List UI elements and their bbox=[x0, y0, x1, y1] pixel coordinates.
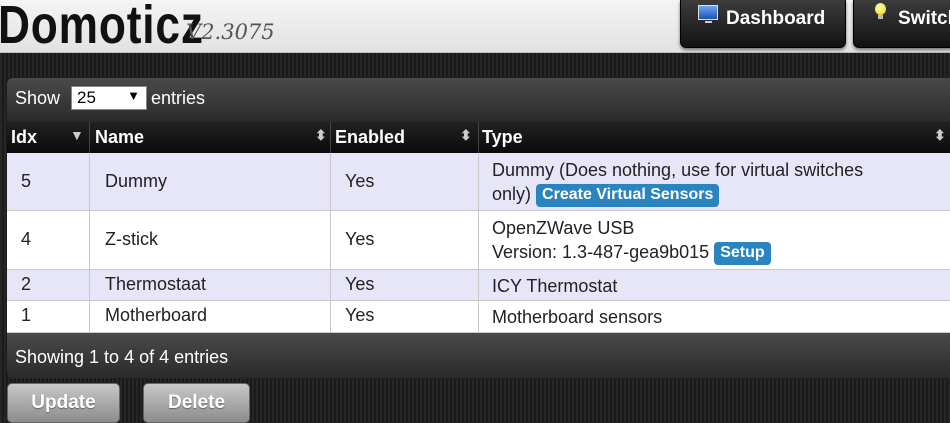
cell-type: Motherboard sensors bbox=[479, 301, 950, 332]
table-row[interactable]: 4 Z-stick Yes OpenZWave USB Version: 1.3… bbox=[7, 211, 950, 270]
setup-button[interactable]: Setup bbox=[714, 241, 771, 265]
column-header-name[interactable]: Name ⬍ bbox=[90, 122, 331, 153]
cell-type-text: ICY Thermostat bbox=[492, 276, 618, 296]
cell-enabled: Yes bbox=[331, 270, 479, 300]
table-info-toolbar: Showing 1 to 4 of 4 entries bbox=[7, 333, 950, 378]
sort-desc-icon: ▼ bbox=[70, 127, 84, 143]
table-row[interactable]: 1 Motherboard Yes Motherboard sensors bbox=[7, 301, 950, 333]
cell-type: OpenZWave USB Version: 1.3-487-gea9b015 … bbox=[479, 211, 950, 269]
lightbulb-icon bbox=[875, 3, 886, 19]
cell-name: Motherboard bbox=[90, 301, 331, 332]
column-header-type[interactable]: Type ⬍ bbox=[479, 122, 950, 153]
hardware-table-panel: Show 25 ▼ entries Idx ▼ Name ⬍ Enabled ⬍… bbox=[7, 78, 950, 378]
cell-type-text: only) bbox=[492, 184, 532, 204]
cell-name-text: Motherboard bbox=[105, 305, 208, 325]
cell-type-text: Motherboard sensors bbox=[492, 307, 663, 327]
cell-type-text: OpenZWave USB bbox=[492, 218, 635, 238]
entries-label: entries bbox=[151, 88, 206, 108]
sort-both-icon: ⬍ bbox=[460, 127, 472, 143]
column-header-label: Enabled bbox=[335, 127, 406, 147]
nav-switches-button[interactable]: Switches bbox=[853, 0, 950, 48]
cell-enabled: Yes bbox=[331, 211, 479, 269]
dropdown-arrow-icon: ▼ bbox=[127, 88, 140, 103]
cell-idx: 4 bbox=[7, 211, 90, 269]
cell-name-text: Dummy bbox=[105, 171, 167, 191]
table-header: Idx ▼ Name ⬍ Enabled ⬍ Type ⬍ bbox=[7, 122, 950, 153]
monitor-icon bbox=[698, 5, 718, 23]
cell-type-text: Dummy (Does nothing, use for virtual swi… bbox=[492, 160, 864, 180]
column-header-idx[interactable]: Idx ▼ bbox=[7, 122, 90, 153]
cell-enabled-text: Yes bbox=[345, 305, 375, 325]
cell-name-text: Z-stick bbox=[105, 229, 158, 249]
nav-dashboard-label: Dashboard bbox=[726, 8, 826, 29]
cell-type: Dummy (Does nothing, use for virtual swi… bbox=[479, 153, 950, 210]
update-button[interactable]: Update bbox=[7, 383, 120, 423]
column-header-enabled[interactable]: Enabled ⬍ bbox=[331, 122, 479, 153]
cell-name: Thermostaat bbox=[90, 270, 331, 300]
show-label: Show bbox=[15, 88, 61, 108]
cell-idx: 1 bbox=[7, 301, 90, 332]
cell-name: Dummy bbox=[90, 153, 331, 210]
cell-idx: 5 bbox=[7, 153, 90, 210]
table-info-text: Showing 1 to 4 of 4 entries bbox=[15, 347, 229, 367]
column-header-label: Type bbox=[482, 127, 523, 147]
table-row[interactable]: 2 Thermostaat Yes ICY Thermostat bbox=[7, 270, 950, 301]
cell-type-text: Version: 1.3-487-gea9b015 bbox=[492, 242, 710, 262]
app-version: V2.3075 bbox=[186, 20, 275, 44]
cell-enabled-text: Yes bbox=[345, 229, 375, 249]
cell-name: Z-stick bbox=[90, 211, 331, 269]
nav-switches-label: Switches bbox=[898, 8, 950, 29]
table-row[interactable]: 5 Dummy Yes Dummy (Does nothing, use for… bbox=[7, 153, 950, 211]
page-size-value: 25 bbox=[77, 88, 96, 107]
cell-enabled-text: Yes bbox=[345, 171, 375, 191]
cell-idx: 2 bbox=[7, 270, 90, 300]
cell-idx-text: 5 bbox=[21, 171, 32, 191]
sort-both-icon: ⬍ bbox=[315, 127, 327, 143]
cell-name-text: Thermostaat bbox=[105, 274, 207, 294]
cell-enabled-text: Yes bbox=[345, 274, 375, 294]
app-logo: Domoticz bbox=[0, 0, 204, 55]
cell-enabled: Yes bbox=[331, 301, 479, 332]
cell-enabled: Yes bbox=[331, 153, 479, 210]
table-length-toolbar: Show 25 ▼ entries bbox=[7, 78, 950, 122]
delete-button[interactable]: Delete bbox=[143, 383, 250, 423]
cell-idx-text: 4 bbox=[21, 229, 32, 249]
sort-both-icon: ⬍ bbox=[934, 127, 946, 143]
cell-type: ICY Thermostat bbox=[479, 270, 950, 300]
nav-dashboard-button[interactable]: Dashboard bbox=[680, 0, 846, 48]
cell-idx-text: 1 bbox=[21, 305, 32, 325]
create-virtual-sensors-button[interactable]: Create Virtual Sensors bbox=[536, 183, 720, 207]
column-header-label: Idx bbox=[11, 127, 38, 147]
page-size-select[interactable]: 25 ▼ bbox=[71, 86, 147, 110]
column-header-label: Name bbox=[95, 127, 145, 147]
header: Domoticz V2.3075 Dashboard Switches bbox=[0, 0, 950, 55]
cell-idx-text: 2 bbox=[21, 274, 32, 294]
